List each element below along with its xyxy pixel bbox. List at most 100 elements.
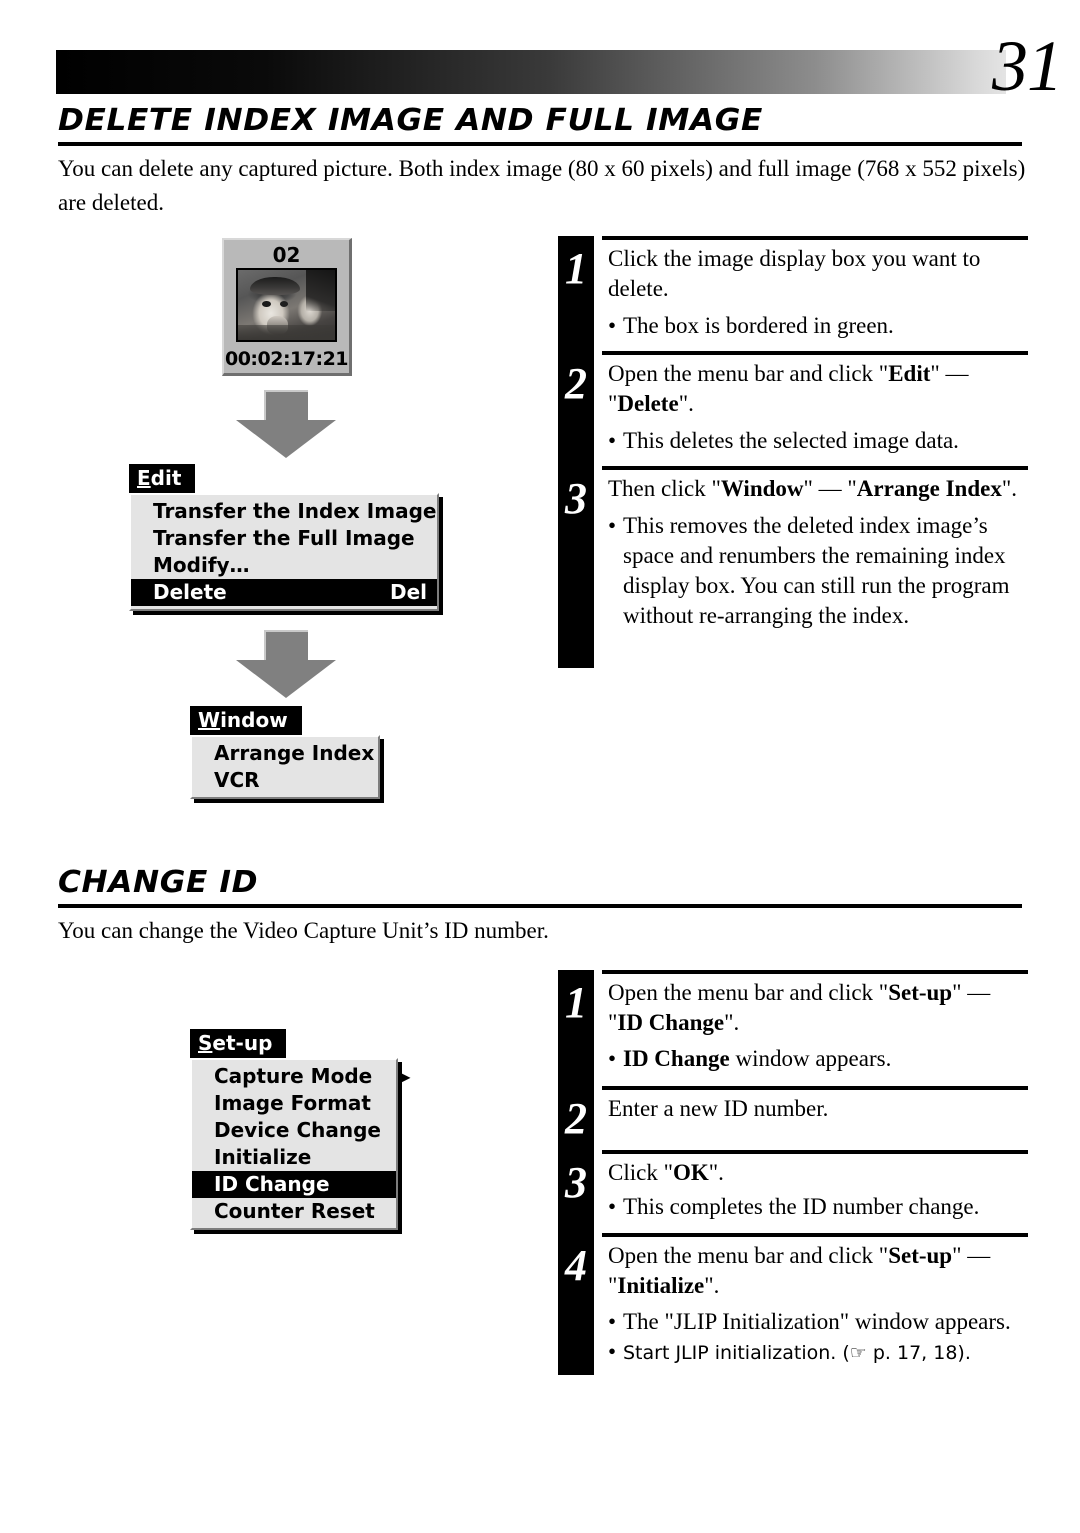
step-4: 4 Open the menu bar and click "Set-up" —…	[558, 1241, 1028, 1368]
step-bullet: ID Change window appears.	[608, 1044, 1028, 1074]
page-number: 31	[992, 26, 1063, 106]
step-1: 1 Open the menu bar and click "Set-up" —…	[558, 978, 1028, 1075]
step-3: 3 Then click "Window" — "Arrange Index".…	[558, 474, 1028, 631]
menu-window: Window Arrange Index VCR	[190, 706, 380, 799]
step-text-part-bold: OK	[672, 1160, 709, 1185]
menu-panel-setup: Capture Mode ▶ Image Format Device Chang…	[190, 1058, 411, 1230]
menu-title-edit[interactable]: Edit	[129, 464, 196, 493]
step-bullet: Start JLIP initialization. (☞ p. 17, 18)…	[608, 1337, 1028, 1368]
step-bullet: This removes the deleted index image’s s…	[608, 511, 1028, 631]
menu-item-transfer-index-image[interactable]: Transfer the Index Image	[131, 498, 437, 525]
step-number: 3	[565, 1158, 587, 1207]
step-text-part: Open the menu bar and click "	[608, 1243, 889, 1268]
menu-title-window[interactable]: Window	[190, 706, 302, 735]
step-rule-3	[602, 466, 1028, 470]
step-text-part-bold: Initialize	[617, 1273, 705, 1298]
step-text-part-bold: Set-up	[888, 1243, 953, 1268]
step-rule-1	[602, 236, 1028, 240]
step-number: 3	[565, 474, 587, 523]
menu-item-label: Capture Mode	[214, 1064, 373, 1088]
image-display-box[interactable]: 02 00:02:17:21	[222, 238, 352, 376]
section-title: CHANGE ID	[58, 865, 259, 900]
section-rule	[58, 142, 1022, 146]
menu-title-edit-rest: dit	[150, 466, 182, 490]
image-index-number: 02	[272, 243, 301, 267]
flow-arrow-down-2	[236, 630, 336, 698]
step-2: 2 Enter a new ID number.	[558, 1094, 1028, 1142]
step-text-part: ".	[724, 1010, 740, 1035]
section-heading-delete-index-image: DELETE INDEX IMAGE AND FULL IMAGE	[58, 104, 1022, 146]
menu-item-capture-mode[interactable]: Capture Mode ▶	[192, 1063, 411, 1090]
step-bullet-text: window appears.	[729, 1046, 892, 1071]
step-bullets: ID Change window appears.	[608, 1044, 1028, 1074]
menu-item-arrange-index[interactable]: Arrange Index	[192, 740, 378, 767]
step-bullet: The box is bordered in green.	[608, 311, 1028, 341]
menu-item-label: Transfer the Index Image	[153, 499, 437, 523]
step-text-part: Enter a new ID number.	[608, 1096, 829, 1121]
submenu-arrow-icon: ▶	[398, 1066, 411, 1086]
menu-item-vcr[interactable]: VCR	[192, 767, 378, 794]
menu-setup: Set-up Capture Mode ▶ Image Format Devic…	[190, 1029, 411, 1230]
step-text-part-bold: Set-up	[888, 980, 953, 1005]
menu-item-image-format[interactable]: Image Format	[192, 1090, 396, 1117]
step-bullet: This deletes the selected image data.	[608, 426, 1028, 456]
step-bullet-text: This deletes the selected image data.	[623, 428, 959, 453]
step-bullets: The "JLIP Initialization" window appears…	[608, 1307, 1028, 1368]
flow-arrow-down-1	[236, 390, 336, 458]
step-text-part: Open the menu bar and click "	[608, 980, 889, 1005]
image-thumbnail	[236, 268, 337, 342]
menu-item-device-change[interactable]: Device Change	[192, 1117, 396, 1144]
step-text-part: ".	[1001, 476, 1017, 501]
step-text: Then click "Window" — "Arrange Index".	[608, 474, 1028, 504]
header-gradient-bar	[56, 50, 1006, 94]
step-text-part-bold: Arrange Index	[856, 476, 1002, 501]
menu-item-label: Device Change	[214, 1118, 381, 1142]
pointing-hand-icon: Start JLIP initialization. (☞ p. 17, 18)…	[623, 1342, 971, 1364]
step-text: Click the image display box you want to …	[608, 244, 1028, 304]
step-rule-1	[602, 970, 1028, 974]
step-rule-2	[602, 1086, 1028, 1090]
step-bullet-text-bold: ID Change	[623, 1046, 730, 1071]
step-number: 1	[565, 244, 587, 293]
step-bullet-text: This removes the deleted index image’s s…	[623, 513, 1010, 628]
step-bullets: This removes the deleted index image’s s…	[608, 511, 1028, 631]
steps-delete-index-image: 1 Click the image display box you want t…	[558, 236, 1028, 668]
menu-title-edit-accesskey: E	[137, 466, 151, 490]
menu-item-label: Transfer the Full Image	[153, 526, 415, 550]
section-title: DELETE INDEX IMAGE AND FULL IMAGE	[58, 103, 763, 138]
step-bullets: This completes the ID number change.	[608, 1192, 1028, 1222]
menu-item-label: Counter Reset	[214, 1199, 375, 1223]
menu-item-delete[interactable]: Delete Del	[131, 579, 437, 606]
step-text-part: Click the image display box you want to …	[608, 246, 981, 301]
menu-item-label: Arrange Index	[214, 741, 375, 765]
menu-item-counter-reset[interactable]: Counter Reset	[192, 1198, 396, 1225]
thumbnail-photo	[238, 270, 335, 340]
step-bullet-text: The box is bordered in green.	[623, 313, 894, 338]
step-text-part: ".	[678, 391, 694, 416]
step-rule-4	[602, 1233, 1028, 1237]
step-number: 1	[565, 978, 587, 1027]
step-text-part-bold: Delete	[617, 391, 679, 416]
image-timecode: 00:02:17:21	[224, 348, 349, 370]
menu-item-label: Image Format	[214, 1091, 371, 1115]
step-text: Open the menu bar and click "Set-up" — "…	[608, 978, 1028, 1038]
step-text-part: ".	[708, 1160, 724, 1185]
step-text-part: Then click "	[608, 476, 721, 501]
step-bullet: This completes the ID number change.	[608, 1192, 1028, 1222]
step-bullets: This deletes the selected image data.	[608, 426, 1028, 456]
step-text-part-bold: ID Change	[617, 1010, 725, 1035]
step-text-part-bold: Window	[720, 476, 804, 501]
menu-title-setup-rest: et-up	[212, 1031, 273, 1055]
menu-item-initialize[interactable]: Initialize	[192, 1144, 396, 1171]
menu-item-label: VCR	[214, 768, 260, 792]
step-2: 2 Open the menu bar and click "Edit" — "…	[558, 359, 1028, 457]
menu-title-window-accesskey: W	[198, 708, 221, 732]
menu-item-label: Initialize	[214, 1145, 312, 1169]
menu-item-modify[interactable]: Modify…	[131, 552, 437, 579]
step-text: Click "OK".	[608, 1158, 1028, 1188]
menu-item-id-change[interactable]: ID Change	[192, 1171, 396, 1198]
step-bullet-text: This completes the ID number change.	[623, 1194, 980, 1219]
menu-item-transfer-full-image[interactable]: Transfer the Full Image	[131, 525, 437, 552]
menu-title-setup[interactable]: Set-up	[190, 1029, 287, 1058]
section-heading-change-id: CHANGE ID	[58, 866, 1022, 908]
